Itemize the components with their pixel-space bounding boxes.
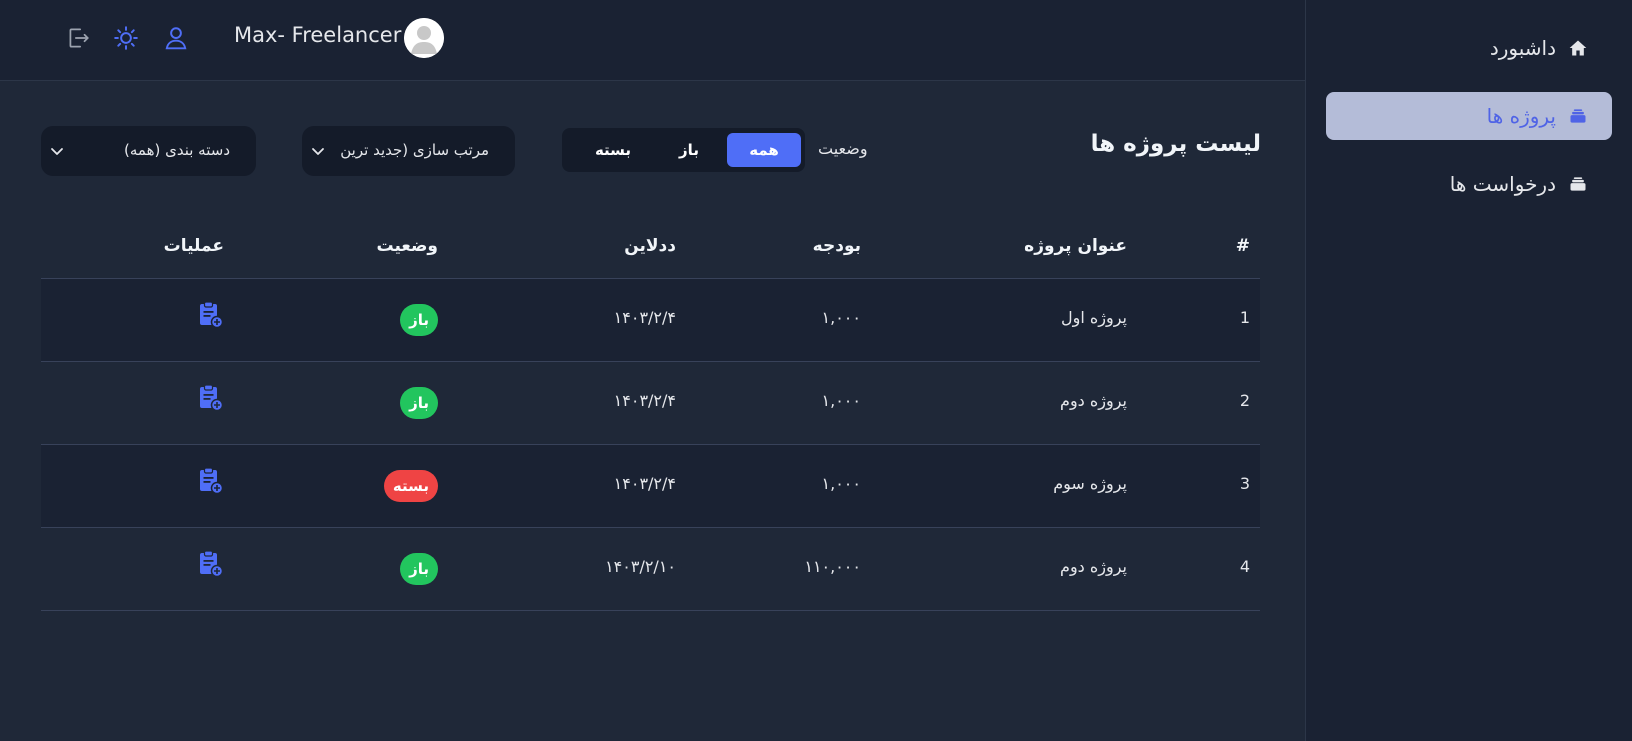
status-badge: باز: [400, 304, 438, 336]
status-badge: باز: [400, 553, 438, 585]
table-row[interactable]: 4 پروژه دوم ۱۱۰,۰۰۰ ۱۴۰۳/۲/۱۰ باز: [41, 528, 1260, 611]
status-filter-all[interactable]: همه: [727, 133, 801, 167]
row-title: پروژه اول: [1061, 308, 1127, 327]
logout-icon[interactable]: [64, 24, 92, 52]
table-row[interactable]: 2 پروژه دوم ۱,۰۰۰ ۱۴۰۳/۲/۴ باز: [41, 362, 1260, 445]
main-content: لیست پروژه ها وضعیت همه باز بسته مرتب سا…: [0, 81, 1305, 741]
row-budget: ۱۱۰,۰۰۰: [804, 557, 861, 576]
category-dropdown-value: دسته بندی (همه): [124, 141, 230, 159]
row-deadline: ۱۴۰۳/۲/۴: [613, 391, 676, 410]
status-filter-open[interactable]: باز: [653, 133, 725, 167]
col-number: #: [1235, 236, 1250, 256]
row-deadline: ۱۴۰۳/۲/۴: [613, 474, 676, 493]
page-title: لیست پروژه ها: [1090, 131, 1261, 157]
sidebar-item-label: درخواست ها: [1449, 172, 1556, 196]
status-badge: باز: [400, 387, 438, 419]
sidebar-item-projects[interactable]: پروژه ها: [1326, 92, 1612, 140]
sort-dropdown[interactable]: مرتب سازی (جدید ترین: [302, 126, 515, 176]
sidebar: داشبورد پروژه ها درخواست ها: [1305, 0, 1632, 741]
status-filter: همه باز بسته: [562, 128, 805, 172]
row-title: پروژه دوم: [1060, 391, 1127, 410]
stack-icon: [1568, 174, 1588, 194]
col-deadline: ددلاین: [624, 236, 676, 256]
row-budget: ۱,۰۰۰: [821, 474, 861, 493]
projects-table: # عنوان پروژه بودجه ددلاین وضعیت عملیات …: [41, 209, 1260, 611]
sidebar-item-dashboard[interactable]: داشبورد: [1326, 24, 1612, 72]
username: Max- Freelancer: [234, 23, 402, 47]
clipboard-add-icon[interactable]: [198, 301, 224, 329]
user-icon[interactable]: [162, 24, 190, 52]
row-title: پروژه سوم: [1053, 474, 1127, 493]
row-deadline: ۱۴۰۳/۲/۱۰: [605, 557, 676, 576]
home-icon: [1568, 38, 1588, 58]
chevron-down-icon: [312, 148, 324, 155]
row-number: 1: [1239, 308, 1250, 327]
clipboard-add-icon[interactable]: [198, 384, 224, 412]
status-badge: بسته: [383, 470, 438, 502]
col-actions: عملیات: [163, 236, 224, 256]
row-deadline: ۱۴۰۳/۲/۴: [613, 308, 676, 327]
row-budget: ۱,۰۰۰: [821, 391, 861, 410]
sort-dropdown-value: مرتب سازی (جدید ترین: [340, 141, 489, 159]
row-number: 4: [1239, 557, 1250, 576]
top-header: Max- Freelancer: [0, 0, 1305, 81]
table-header: # عنوان پروژه بودجه ددلاین وضعیت عملیات: [41, 209, 1260, 279]
row-title: پروژه دوم: [1060, 557, 1127, 576]
chevron-down-icon: [51, 148, 63, 155]
clipboard-add-icon[interactable]: [198, 550, 224, 578]
sun-icon[interactable]: [112, 24, 140, 52]
row-number: 3: [1239, 474, 1250, 493]
col-title: عنوان پروژه: [1024, 236, 1127, 256]
row-budget: ۱,۰۰۰: [821, 308, 861, 327]
status-filter-closed[interactable]: بسته: [574, 133, 652, 167]
stack-icon: [1568, 106, 1588, 126]
clipboard-add-icon[interactable]: [198, 467, 224, 495]
table-row[interactable]: 3 پروژه سوم ۱,۰۰۰ ۱۴۰۳/۲/۴ بسته: [41, 445, 1260, 528]
sidebar-item-requests[interactable]: درخواست ها: [1326, 160, 1612, 208]
table-row[interactable]: 1 پروژه اول ۱,۰۰۰ ۱۴۰۳/۲/۴ باز: [41, 279, 1260, 362]
col-budget: بودجه: [812, 236, 861, 256]
avatar[interactable]: [404, 18, 444, 58]
sidebar-item-label: پروژه ها: [1486, 104, 1556, 128]
sidebar-item-label: داشبورد: [1489, 36, 1556, 60]
row-number: 2: [1239, 391, 1250, 410]
col-status: وضعیت: [376, 236, 438, 256]
category-dropdown[interactable]: دسته بندی (همه): [41, 126, 256, 176]
status-filter-label: وضعیت: [818, 139, 868, 158]
